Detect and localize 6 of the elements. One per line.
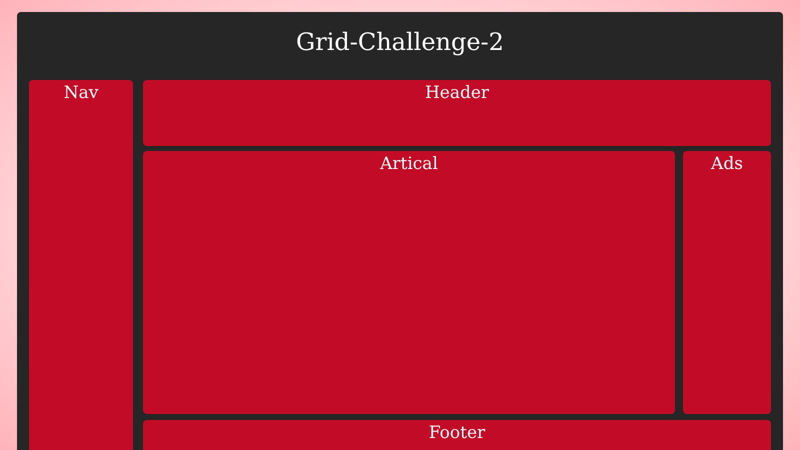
header-label: Header [424, 83, 490, 103]
ads-label: Ads [711, 154, 743, 174]
page-title: Grid-Challenge-2 [296, 27, 504, 58]
article-label: Artical [380, 154, 438, 174]
footer-label: Footer [428, 423, 486, 443]
nav-label: Nav [64, 83, 98, 103]
